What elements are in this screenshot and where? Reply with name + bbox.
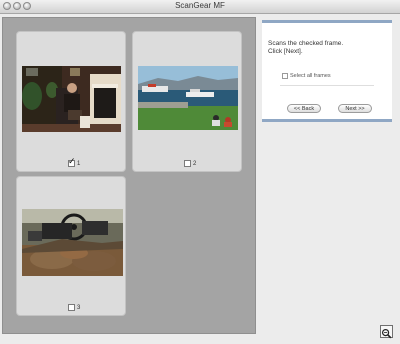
- instruction-panel: Scans the checked frame. Click [Next]. S…: [262, 20, 392, 122]
- back-button[interactable]: << Back: [287, 104, 321, 113]
- frame-2-number: 2: [193, 160, 197, 167]
- instruction-line-2: Click [Next].: [268, 48, 303, 55]
- frame-preview-area: ✓ 1 2 3: [2, 17, 256, 334]
- frame-image-1: [22, 66, 121, 132]
- frame-2-checkbox[interactable]: [184, 160, 191, 167]
- zoom-button[interactable]: [380, 325, 393, 339]
- frame-card-3[interactable]: 3: [16, 176, 126, 316]
- select-all-frames-label: Select all frames: [290, 73, 331, 79]
- next-button[interactable]: Next >>: [338, 104, 372, 113]
- frame-thumbnail-2[interactable]: [138, 66, 238, 130]
- magnifier-zoom-icon: [381, 328, 392, 339]
- frame-thumbnail-1[interactable]: [22, 66, 121, 132]
- frame-image-2: [138, 66, 238, 130]
- frame-checkbox-row-1[interactable]: ✓ 1: [68, 156, 81, 167]
- frame-thumbnail-3[interactable]: [22, 209, 123, 276]
- frame-1-checkbox[interactable]: ✓: [68, 156, 76, 167]
- frame-card-1[interactable]: ✓ 1: [16, 31, 126, 172]
- frame-checkbox-row-3[interactable]: 3: [68, 304, 80, 311]
- frame-image-3: [22, 209, 123, 276]
- frame-card-2[interactable]: 2: [132, 31, 242, 172]
- select-all-frames-row[interactable]: Select all frames: [282, 73, 331, 79]
- frame-3-number: 3: [77, 304, 81, 311]
- frame-1-number: 1: [77, 160, 81, 167]
- select-all-frames-checkbox[interactable]: [282, 73, 288, 79]
- instruction-line-1: Scans the checked frame.: [268, 40, 344, 47]
- frame-checkbox-row-2[interactable]: 2: [184, 160, 196, 167]
- window-title: ScanGear MF: [175, 1, 225, 10]
- instruction-text: Scans the checked frame. Click [Next].: [268, 40, 343, 56]
- window-titlebar: ScanGear MF: [0, 0, 400, 14]
- checkmark-icon: ✓: [68, 156, 76, 166]
- panel-separator: [280, 85, 374, 86]
- frame-3-checkbox[interactable]: [68, 304, 75, 311]
